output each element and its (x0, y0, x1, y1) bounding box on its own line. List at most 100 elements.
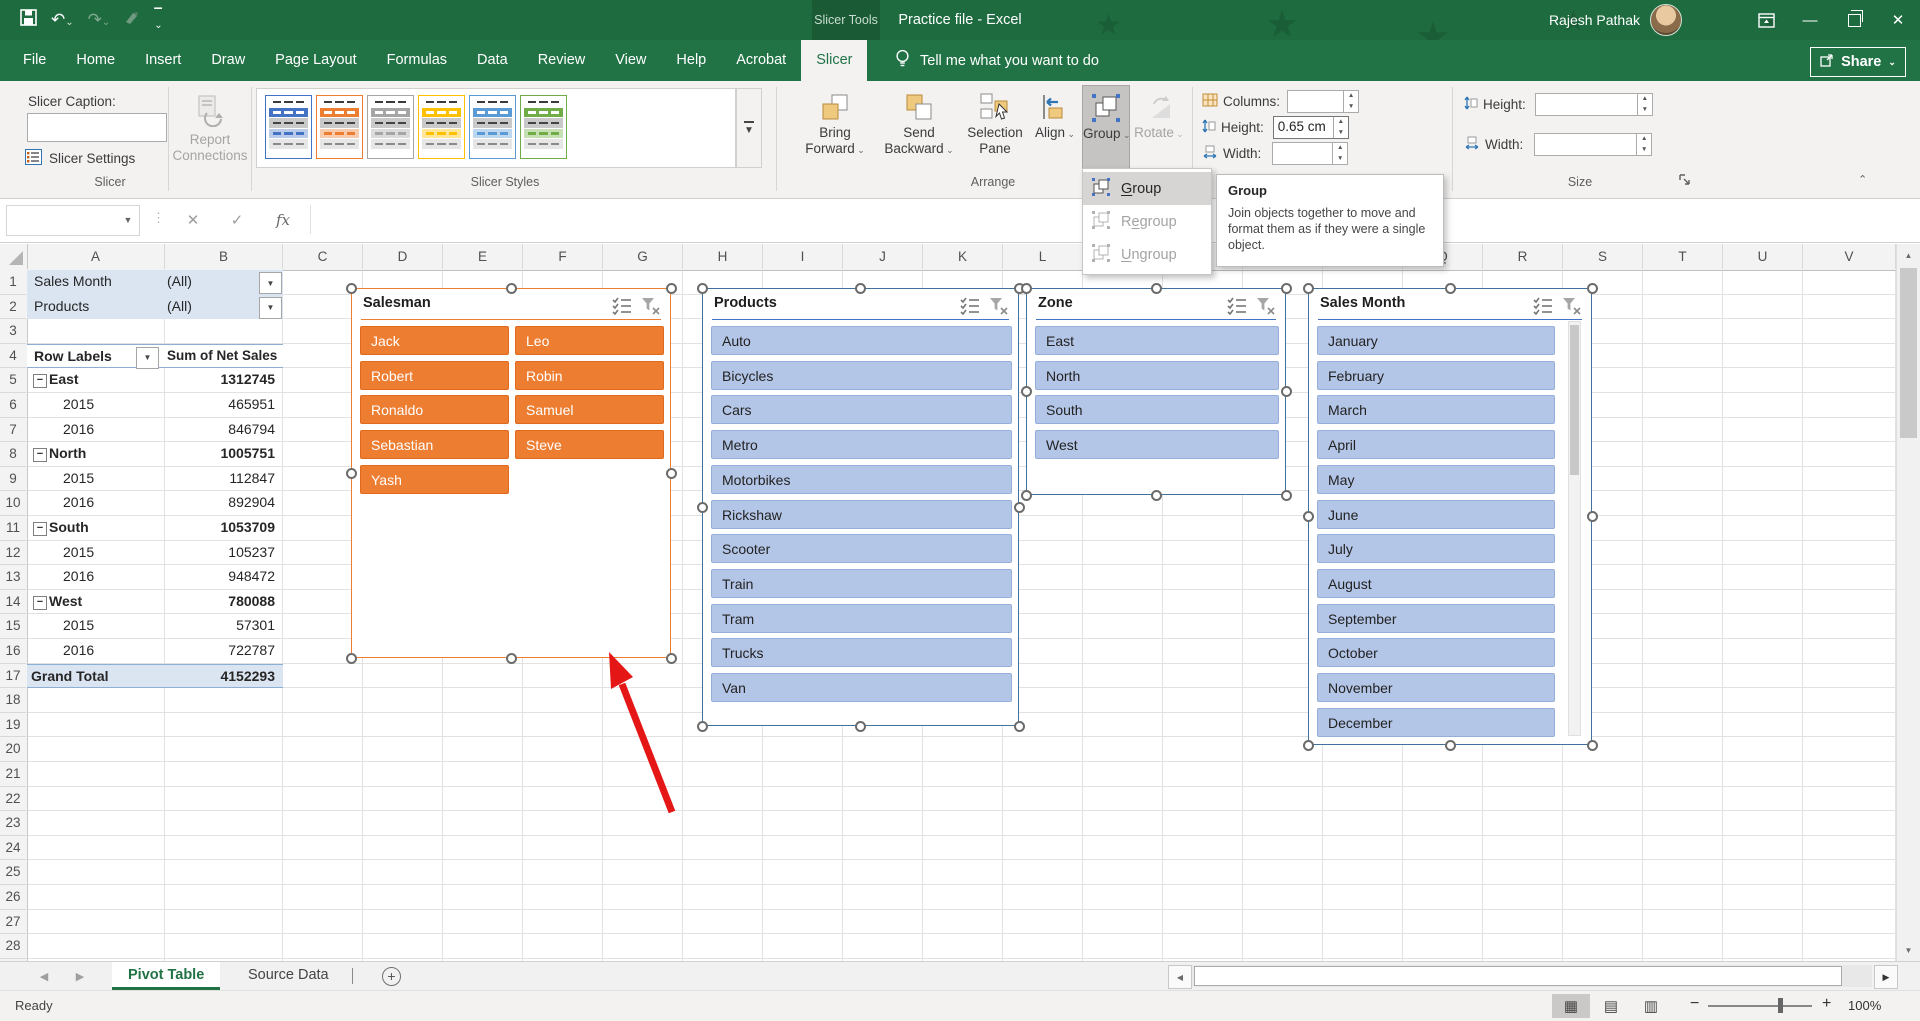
column-header-G[interactable]: G (603, 244, 683, 269)
row-header-25[interactable]: 25 (0, 860, 26, 885)
slicer-item-tram[interactable]: Tram (711, 603, 1012, 633)
slicer-style-light-blue[interactable] (469, 95, 516, 159)
slicer-item-sebastian[interactable]: Sebastian (360, 430, 509, 460)
zoom-slider-thumb[interactable] (1778, 998, 1783, 1013)
slicer-item-ronaldo[interactable]: Ronaldo (360, 395, 509, 425)
slicer-style-green[interactable] (520, 95, 567, 159)
slicer-item-robert[interactable]: Robert (360, 360, 509, 390)
slicer-item-bicycles[interactable]: Bicycles (711, 360, 1012, 390)
columns-input[interactable]: ▲ ▼ (1287, 90, 1360, 113)
column-header-I[interactable]: I (763, 244, 843, 269)
slicer-item-rickshaw[interactable]: Rickshaw (711, 499, 1012, 529)
slicer-item-april[interactable]: April (1317, 430, 1555, 460)
selection-handle[interactable] (665, 282, 677, 294)
slicer-item-november[interactable]: November (1317, 673, 1555, 702)
ribbon-tab-file[interactable]: File (8, 40, 61, 81)
ribbon-display-options-icon[interactable] (1744, 0, 1788, 40)
selection-handle[interactable] (1586, 282, 1598, 294)
ribbon-tab-home[interactable]: Home (61, 40, 130, 81)
selection-pane-button[interactable]: Selection Pane (962, 85, 1028, 175)
selection-handle[interactable] (505, 652, 517, 664)
selection-handle[interactable] (1302, 739, 1314, 751)
row-header-21[interactable]: 21 (0, 762, 26, 787)
column-header-L[interactable]: L (1003, 244, 1083, 269)
row-header-6[interactable]: 6 (0, 393, 26, 418)
selection-handle[interactable] (855, 720, 866, 732)
sheet-tab-source-data[interactable]: Source Data (232, 962, 345, 990)
slicer-item-van[interactable]: Van (711, 673, 1012, 702)
account-area[interactable]: Rajesh Pathak (1549, 0, 1682, 40)
row-header-22[interactable]: 22 (0, 787, 26, 812)
scroll-up-icon[interactable]: ▲ (1897, 244, 1920, 266)
ribbon-tab-formulas[interactable]: Formulas (372, 40, 462, 81)
slicer-item-metro[interactable]: Metro (711, 430, 1012, 460)
slicer-style-gold[interactable] (418, 95, 465, 159)
ribbon-tab-slicer[interactable]: Slicer (801, 40, 868, 81)
selection-handle[interactable] (1444, 739, 1456, 751)
row-header-3[interactable]: 3 (0, 319, 26, 344)
row-header-5[interactable]: 5 (0, 368, 26, 393)
slicer-item-june[interactable]: June (1317, 499, 1555, 529)
row-header-18[interactable]: 18 (0, 688, 26, 713)
row-header-19[interactable]: 19 (0, 713, 26, 738)
slicer-item-jack[interactable]: Jack (360, 326, 509, 355)
row-header-28[interactable]: 28 (0, 934, 26, 959)
zoom-out-icon[interactable]: − (1690, 995, 1699, 1013)
slicer-item-september[interactable]: September (1317, 603, 1555, 633)
selection-handle[interactable] (696, 282, 708, 294)
column-header-S[interactable]: S (1563, 244, 1643, 269)
selection-handle[interactable] (345, 652, 357, 664)
row-labels-dropdown-icon[interactable]: ▼ (136, 346, 159, 369)
select-all-corner[interactable] (0, 244, 28, 269)
name-box-dropdown-icon[interactable]: ▼ (118, 205, 138, 234)
sheet-tab-pivot-table[interactable]: Pivot Table (112, 962, 221, 990)
selection-handle[interactable] (1150, 282, 1162, 294)
slicer-item-steve[interactable]: Steve (515, 430, 664, 460)
selection-handle[interactable] (665, 652, 677, 664)
collapse-icon[interactable]: − (33, 374, 47, 389)
row-header-24[interactable]: 24 (0, 836, 26, 861)
slicer-item-october[interactable]: October (1317, 638, 1555, 668)
selection-handle[interactable] (696, 720, 708, 732)
clear-filter-icon[interactable] (1255, 297, 1275, 315)
filter-dropdown-icon[interactable]: ▼ (259, 296, 282, 319)
selection-handle[interactable] (1020, 386, 1032, 397)
selection-handle[interactable] (1302, 511, 1314, 522)
undo-icon[interactable]: ↶⌄ (51, 10, 74, 30)
column-header-U[interactable]: U (1723, 244, 1803, 269)
multi-select-icon[interactable] (612, 297, 632, 316)
minimize-button[interactable]: — (1788, 0, 1832, 40)
ribbon-tab-review[interactable]: Review (523, 40, 601, 81)
column-header-H[interactable]: H (683, 244, 763, 269)
selection-handle[interactable] (1150, 489, 1162, 501)
column-header-J[interactable]: J (843, 244, 923, 269)
slicer-style-blue[interactable] (265, 95, 312, 159)
column-header-A[interactable]: A (27, 244, 165, 269)
slicer-item-trucks[interactable]: Trucks (711, 638, 1012, 668)
size-height-input[interactable]: ▲ ▼ (1534, 93, 1653, 116)
ribbon-tab-view[interactable]: View (600, 40, 661, 81)
vertical-scrollbar[interactable]: ▲ ▼ (1896, 244, 1920, 961)
share-button[interactable]: Share ⌄ (1810, 47, 1906, 77)
vertical-scroll-thumb[interactable] (1900, 268, 1917, 438)
selection-handle[interactable] (1020, 489, 1032, 501)
menu-item-group[interactable]: Group (1083, 172, 1211, 205)
selection-handle[interactable] (1280, 386, 1292, 397)
filter-dropdown-icon[interactable]: ▼ (259, 272, 282, 294)
column-header-T[interactable]: T (1643, 244, 1723, 269)
column-header-E[interactable]: E (443, 244, 523, 269)
slicer-item-motorbikes[interactable]: Motorbikes (711, 464, 1012, 494)
row-header-1[interactable]: 1 (0, 270, 26, 295)
insert-function-icon[interactable]: fx (268, 205, 298, 234)
slicer-caption-input[interactable] (27, 113, 167, 142)
ribbon-tab-help[interactable]: Help (661, 40, 721, 81)
row-header-11[interactable]: 11 (0, 516, 26, 541)
zoom-slider[interactable] (1708, 1005, 1812, 1007)
button-width-input[interactable]: ▲ ▼ (1272, 142, 1349, 165)
page-break-view-icon[interactable]: ▥ (1632, 994, 1670, 1018)
hscroll-right-icon[interactable]: ▶ (1874, 965, 1898, 989)
slicer-item-december[interactable]: December (1317, 707, 1555, 737)
ribbon-tab-insert[interactable]: Insert (130, 40, 196, 81)
ribbon-tab-page-layout[interactable]: Page Layout (260, 40, 371, 81)
selection-handle[interactable] (1586, 739, 1598, 751)
